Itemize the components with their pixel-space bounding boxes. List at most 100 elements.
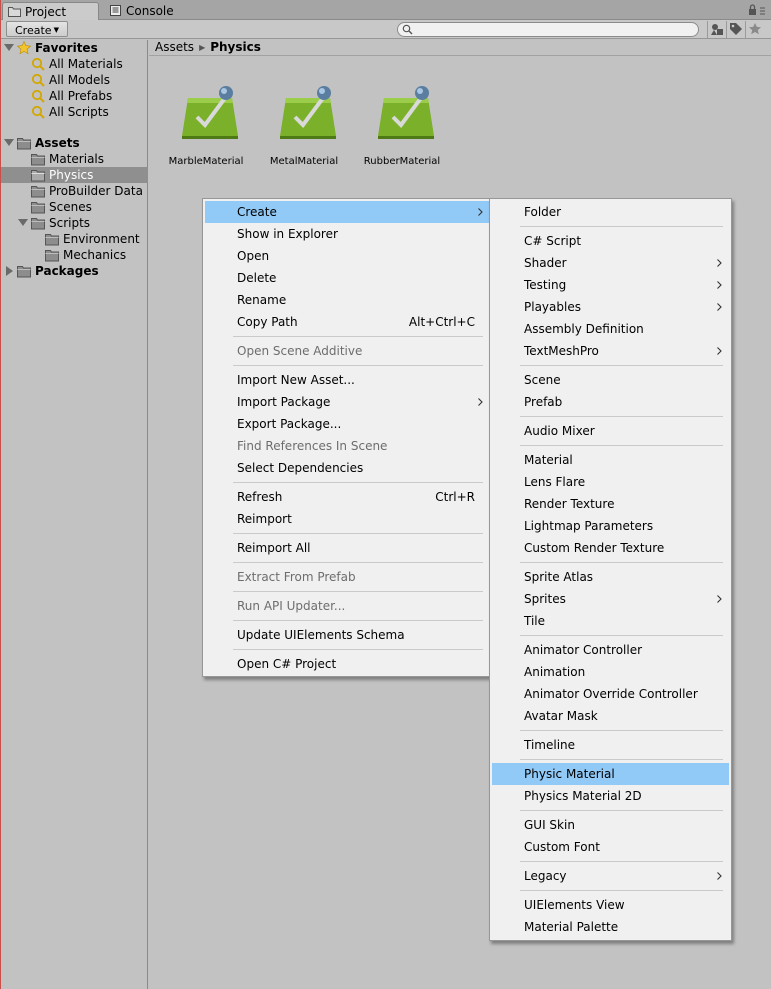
menu-item-label: GUI Skin <box>524 818 575 832</box>
menu-item-label: Shader <box>524 256 567 270</box>
menu-item-export-package[interactable]: Export Package... <box>205 413 489 435</box>
menu-item-copy-path[interactable]: Copy Path Alt+Ctrl+C <box>205 311 489 333</box>
menu-item-gui-skin[interactable]: GUI Skin <box>492 814 729 836</box>
tree-item-mechanics[interactable]: Mechanics <box>0 247 148 263</box>
menu-item-c-script[interactable]: C# Script <box>492 230 729 252</box>
menu-item-folder[interactable]: Folder <box>492 201 729 223</box>
collapse-arrow-icon[interactable] <box>6 266 13 276</box>
tree-item-scripts[interactable]: Scripts <box>0 215 148 231</box>
tree-item-probuilder-data[interactable]: ProBuilder Data <box>0 183 148 199</box>
menu-item-scene[interactable]: Scene <box>492 369 729 391</box>
menu-item-physic-material[interactable]: Physic Material <box>492 763 729 785</box>
menu-item-assembly-definition[interactable]: Assembly Definition <box>492 318 729 340</box>
menu-item-lens-flare[interactable]: Lens Flare <box>492 471 729 493</box>
menu-item-label: Audio Mixer <box>524 424 595 438</box>
filter-by-label-icon[interactable] <box>726 21 745 38</box>
menu-item-testing[interactable]: Testing <box>492 274 729 296</box>
tree-item-all-models[interactable]: All Models <box>0 72 148 88</box>
menu-item-label: Tile <box>524 614 546 628</box>
tree-item-physics[interactable]: Physics <box>0 167 148 183</box>
tree-item-all-prefabs[interactable]: All Prefabs <box>0 88 148 104</box>
menu-item-import-package[interactable]: Import Package <box>205 391 489 413</box>
menu-item-audio-mixer[interactable]: Audio Mixer <box>492 420 729 442</box>
menu-item-refresh[interactable]: Refresh Ctrl+R <box>205 486 489 508</box>
menu-item-reimport-all[interactable]: Reimport All <box>205 537 489 559</box>
create-dropdown-button[interactable]: Create ▼ <box>6 21 68 37</box>
tree-item-packages[interactable]: Packages <box>0 263 148 279</box>
menu-item-custom-font[interactable]: Custom Font <box>492 836 729 858</box>
asset-item[interactable]: MarbleMaterial <box>158 84 254 174</box>
menu-item-label: Open <box>237 249 270 263</box>
menu-item-animation[interactable]: Animation <box>492 661 729 683</box>
lock-icon[interactable] <box>747 3 767 17</box>
menu-item-open-c-project[interactable]: Open C# Project <box>205 653 489 675</box>
menu-item-update-uielements-schema[interactable]: Update UIElements Schema <box>205 624 489 646</box>
favorite-star-icon[interactable] <box>745 21 764 38</box>
menu-separator <box>233 365 483 366</box>
menu-item-render-texture[interactable]: Render Texture <box>492 493 729 515</box>
menu-item-label: Material Palette <box>524 920 619 934</box>
tree-item-all-scripts[interactable]: All Scripts <box>0 104 148 120</box>
menu-item-timeline[interactable]: Timeline <box>492 734 729 756</box>
menu-item-reimport[interactable]: Reimport <box>205 508 489 530</box>
menu-item-label: Avatar Mask <box>524 709 598 723</box>
tab-project[interactable]: Project <box>2 2 99 20</box>
menu-item-animator-override-controller[interactable]: Animator Override Controller <box>492 683 729 705</box>
expand-arrow-icon[interactable] <box>4 139 14 146</box>
folder-icon <box>17 138 31 150</box>
menu-item-sprites[interactable]: Sprites <box>492 588 729 610</box>
menu-item-label: Open Scene Additive <box>237 344 363 358</box>
menu-item-legacy[interactable]: Legacy <box>492 865 729 887</box>
tree-item-materials[interactable]: Materials <box>0 151 148 167</box>
tab-label: Project <box>25 5 67 19</box>
menu-item-physics-material-2d[interactable]: Physics Material 2D <box>492 785 729 807</box>
breadcrumb-current[interactable]: Physics <box>210 40 261 54</box>
menu-item-shader[interactable]: Shader <box>492 252 729 274</box>
submenu-arrow-icon <box>717 281 722 289</box>
menu-item-lightmap-parameters[interactable]: Lightmap Parameters <box>492 515 729 537</box>
menu-item-material[interactable]: Material <box>492 449 729 471</box>
folder-icon <box>8 7 21 17</box>
menu-item-show-in-explorer[interactable]: Show in Explorer <box>205 223 489 245</box>
menu-item-label: Select Dependencies <box>237 461 364 475</box>
tree-item-environment[interactable]: Environment <box>0 231 148 247</box>
menu-separator <box>520 890 723 891</box>
menu-item-rename[interactable]: Rename <box>205 289 489 311</box>
menu-item-animator-controller[interactable]: Animator Controller <box>492 639 729 661</box>
asset-item[interactable]: MetalMaterial <box>256 84 352 174</box>
menu-item-label: Sprites <box>524 592 566 606</box>
menu-item-tile[interactable]: Tile <box>492 610 729 632</box>
project-toolbar: Create ▼ <box>0 20 771 39</box>
menu-item-playables[interactable]: Playables <box>492 296 729 318</box>
menu-item-uielements-view[interactable]: UIElements View <box>492 894 729 916</box>
menu-item-material-palette[interactable]: Material Palette <box>492 916 729 938</box>
expand-arrow-icon[interactable] <box>4 44 14 51</box>
tab-label: Console <box>126 4 174 18</box>
menu-item-custom-render-texture[interactable]: Custom Render Texture <box>492 537 729 559</box>
asset-item[interactable]: RubberMaterial <box>354 84 450 174</box>
menu-item-label: Testing <box>524 278 567 292</box>
breadcrumb-root[interactable]: Assets <box>155 40 194 54</box>
menu-item-create[interactable]: Create <box>205 201 489 223</box>
tree-label: Packages <box>35 264 99 278</box>
search-input[interactable] <box>397 22 699 37</box>
menu-item-avatar-mask[interactable]: Avatar Mask <box>492 705 729 727</box>
tree-item-favorites[interactable]: Favorites <box>0 40 148 56</box>
menu-item-open[interactable]: Open <box>205 245 489 267</box>
menu-item-delete[interactable]: Delete <box>205 267 489 289</box>
filter-by-type-icon[interactable] <box>707 21 726 38</box>
tree-item-assets[interactable]: Assets <box>0 135 148 151</box>
folder-icon <box>31 202 45 214</box>
tree-item-all-materials[interactable]: All Materials <box>0 56 148 72</box>
menu-item-select-dependencies[interactable]: Select Dependencies <box>205 457 489 479</box>
menu-item-import-new-asset[interactable]: Import New Asset... <box>205 369 489 391</box>
expand-arrow-icon[interactable] <box>18 219 28 226</box>
tree-item-scenes[interactable]: Scenes <box>0 199 148 215</box>
search-filter-icon <box>31 73 45 87</box>
menu-item-find-references-in-scene: Find References In Scene <box>205 435 489 457</box>
menu-item-sprite-atlas[interactable]: Sprite Atlas <box>492 566 729 588</box>
menu-item-label: Open C# Project <box>237 657 337 671</box>
menu-item-textmeshpro[interactable]: TextMeshPro <box>492 340 729 362</box>
tab-console[interactable]: Console <box>104 2 184 20</box>
menu-item-prefab[interactable]: Prefab <box>492 391 729 413</box>
